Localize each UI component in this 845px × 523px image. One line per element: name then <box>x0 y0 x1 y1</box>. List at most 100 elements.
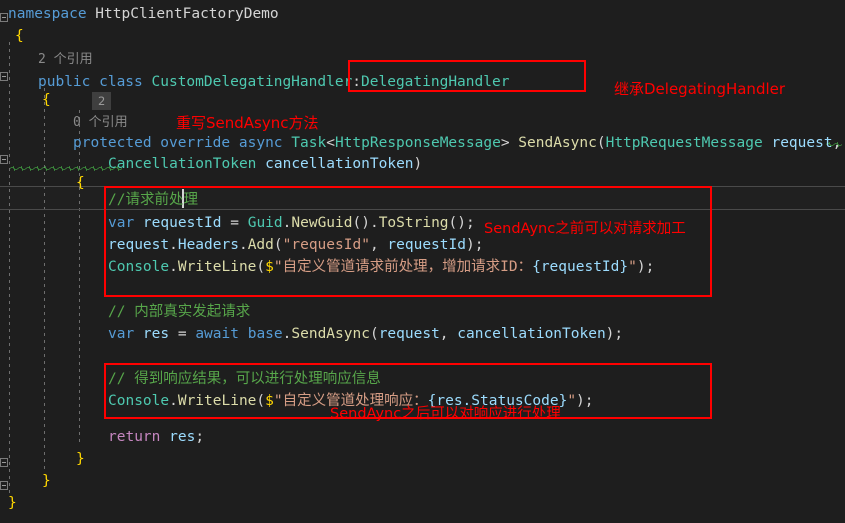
string-close-quote2: " <box>567 393 577 409</box>
punc-dollar2: $ <box>265 393 274 409</box>
arg-requestid: requestId <box>387 237 466 253</box>
codelens-method-label: 0 个引用 <box>73 115 128 130</box>
type-httprequestmessage: HttpRequestMessage <box>605 135 763 151</box>
comment-response: // 得到响应结果，可以进行处理响应信息 <box>108 371 381 387</box>
punc-comma4: , <box>439 326 458 342</box>
type-console2: Console <box>108 393 170 409</box>
string-request-log: "自定义管道请求前处理，增加请求ID： <box>273 259 533 275</box>
brace-class-open: { <box>42 92 51 108</box>
punc-close3: ); <box>636 259 655 275</box>
code-line-class-decl: public class CustomDelegatingHandler:Del… <box>38 71 509 94</box>
type-task: Task <box>282 135 327 151</box>
punc-semi: ; <box>195 429 205 445</box>
code-line-return-res: return res; <box>108 426 204 449</box>
annotation-override-note: 重写SendAsync方法 <box>176 114 319 132</box>
param-request: request <box>762 135 833 151</box>
punc-open: ( <box>273 237 283 253</box>
code-line-var-requestid: var requestId = Guid.NewGuid().ToString(… <box>108 212 475 235</box>
arg-request: request <box>378 326 440 342</box>
method-name-sendasync: SendAsync <box>518 135 597 151</box>
method-add: Add <box>247 237 274 253</box>
code-line-class-close-brace: } <box>42 470 51 493</box>
string-requesid: "requesId" <box>282 237 370 253</box>
code-line-method-signature-cont: CancellationToken cancellationToken) <box>108 153 422 176</box>
code-line-method-open-brace: { <box>76 172 85 195</box>
code-line-await-base-sendasync: var res = await base.SendAsync(request, … <box>108 323 623 346</box>
punc-open4: ( <box>369 326 379 342</box>
punc-dot2: . <box>238 237 248 253</box>
kw-class: class <box>90 74 143 90</box>
comment-before-request: //请求前处理 <box>108 192 198 208</box>
method-base-sendasync: SendAsync <box>291 326 370 342</box>
id-request: request <box>108 237 170 253</box>
kw-await: await <box>195 326 239 342</box>
annotation-inherit-note: 继承DelegatingHandler <box>614 80 786 98</box>
code-line-headers-add: request.Headers.Add("requesId", requestI… <box>108 234 483 257</box>
code-line-comment-inner-send: // 内部真实发起请求 <box>108 301 250 324</box>
code-line-console-writeline-request: Console.WriteLine($"自定义管道请求前处理，增加请求ID：{r… <box>108 256 654 279</box>
codelens-class-references[interactable]: 2 个引用 <box>38 49 93 72</box>
code-line-method-signature: protected override async Task<HttpRespon… <box>73 132 841 155</box>
code-line-class-open-brace: { <box>42 89 51 112</box>
code-line-comment-response: // 得到响应结果，可以进行处理响应信息 <box>108 368 381 391</box>
code-editor-screenshot: 2 namespace HttpClientFactoryDemo { 2 个引… <box>0 0 845 523</box>
param-cancellationtoken: cancellationToken <box>256 156 414 172</box>
punc-assign2: = <box>169 326 196 342</box>
punc-open3: ( <box>256 259 266 275</box>
kw-public: public <box>38 74 91 90</box>
punc-close-paren: ) <box>413 156 423 172</box>
kw-async: async <box>230 135 283 151</box>
punc-paren-semi: (); <box>448 215 475 231</box>
brace-ns-open: { <box>15 28 24 44</box>
kw-var: var <box>108 215 135 231</box>
base-class-name: DelegatingHandler <box>361 74 510 90</box>
punc-lt: < <box>326 135 335 151</box>
kw-override: override <box>151 135 231 151</box>
code-line-method-close-brace: } <box>76 448 85 471</box>
kw-protected: protected <box>73 135 152 151</box>
punc-open5: ( <box>256 393 266 409</box>
type-console: Console <box>108 259 170 275</box>
punc-close5: ); <box>576 393 594 409</box>
brace-class-close: } <box>42 473 51 489</box>
punc-gt: > <box>500 135 519 151</box>
namespace-name: HttpClientFactoryDemo <box>86 6 279 22</box>
method-writeline2: WriteLine <box>177 393 257 409</box>
kw-namespace: namespace <box>8 6 87 22</box>
var-requestid: requestId <box>134 215 222 231</box>
annotation-before-send-note: SendAync之前可以对请求加工 <box>484 221 686 237</box>
brace-method-open: { <box>76 175 85 191</box>
punc-open-paren: ( <box>596 135 606 151</box>
type-guid: Guid <box>247 215 283 231</box>
brace-ns-close: } <box>8 495 17 511</box>
prop-headers: Headers <box>177 237 239 253</box>
id-res: res <box>160 429 196 445</box>
brace-method-close: } <box>76 451 85 467</box>
punc-colon: : <box>352 74 362 90</box>
type-cancellationtoken: CancellationToken <box>108 156 257 172</box>
punc-dollar: $ <box>265 259 274 275</box>
code-line-ns-open-brace: { <box>15 25 24 48</box>
arg-cancellationtoken: cancellationToken <box>457 326 606 342</box>
kw-base: base <box>238 326 283 342</box>
method-writeline: WriteLine <box>177 259 257 275</box>
kw-var2: var <box>108 326 135 342</box>
method-newguid: NewGuid <box>291 215 353 231</box>
annotation-after-send-note: SendAync之后可以对响应进行处理 <box>330 406 561 422</box>
type-httpresponsemessage: HttpResponseMessage <box>334 135 501 151</box>
code-line-namespace: namespace HttpClientFactoryDemo <box>8 3 279 26</box>
punc-close2: ); <box>465 237 484 253</box>
punc-dot3: . <box>169 259 178 275</box>
kw-return: return <box>108 429 161 445</box>
punc-dot5: . <box>169 393 178 409</box>
punc-paren-dot: (). <box>352 215 379 231</box>
punc-assign: = <box>221 215 248 231</box>
code-line-ns-close-brace: } <box>8 492 17 515</box>
class-name: CustomDelegatingHandler <box>142 74 353 90</box>
var-res: res <box>134 326 170 342</box>
comment-inner-send: // 内部真实发起请求 <box>108 304 251 320</box>
punc-comma2: , <box>369 237 388 253</box>
punc-dot1: . <box>169 237 178 253</box>
codelens-class-label: 2 个引用 <box>38 52 93 67</box>
code-line-comment-before-request: //请求前处理 <box>108 189 198 212</box>
